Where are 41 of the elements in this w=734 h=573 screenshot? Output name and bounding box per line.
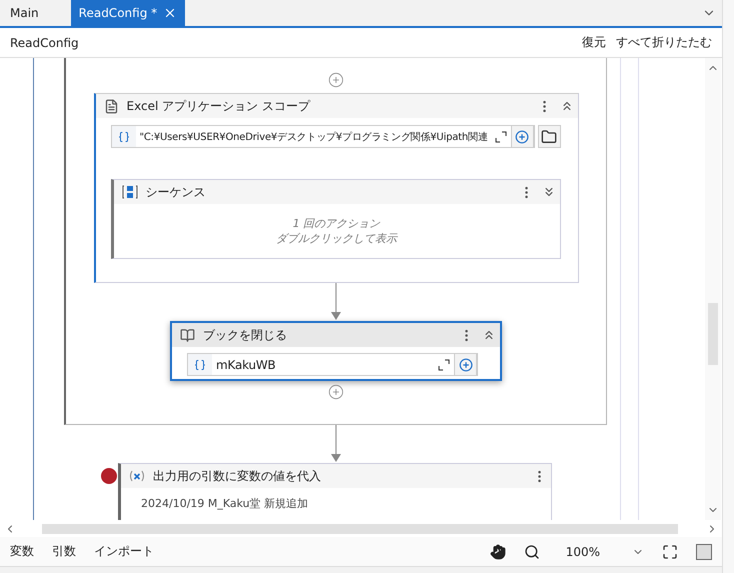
activity-card[interactable]: ブックを閉じる mKakuWB: [170, 321, 502, 381]
add-icon[interactable]: [458, 358, 472, 372]
variable-icon: [129, 470, 145, 482]
header-link[interactable]: 復元: [582, 34, 606, 51]
activity-title: Excel アプリケーション スコープ: [126, 98, 312, 114]
breadcrumb: ReadConfig: [10, 36, 79, 50]
browse-button[interactable]: [538, 125, 560, 148]
activity-title: 出力用の引数に変数の値を代入: [153, 468, 322, 484]
path-field[interactable]: "C:¥Users¥USER¥OneDrive¥デスクトップ¥プログラミング関係¥Uipath関連: [110, 125, 534, 148]
scroll-thumb[interactable]: [708, 303, 718, 365]
overview-icon[interactable]: [696, 544, 712, 560]
book-icon: [180, 328, 195, 342]
search-icon[interactable]: [524, 544, 540, 560]
add-icon[interactable]: [328, 384, 344, 400]
expand-field-icon[interactable]: [494, 130, 506, 142]
hand-icon[interactable]: [490, 544, 506, 560]
annotation-text: 2024/10/19 M_Kaku堂 新規追加: [140, 496, 310, 511]
activity-title: ブックを閉じる: [203, 326, 288, 344]
sequence-icon: [122, 184, 138, 200]
expand-field-icon[interactable]: [438, 358, 450, 370]
tab[interactable]: Main: [2, 0, 47, 26]
add-icon[interactable]: [328, 72, 344, 88]
panel-tab[interactable]: 変数: [10, 543, 34, 560]
header-link[interactable]: すべて折りたたむ: [616, 34, 712, 51]
connector-arrow: [331, 283, 341, 321]
add-icon[interactable]: [515, 130, 529, 144]
workbook-field[interactable]: mKakuWB: [187, 353, 478, 376]
fit-screen-icon[interactable]: [662, 544, 678, 560]
folder-icon[interactable]: [541, 128, 557, 144]
expression-icon: [194, 358, 206, 370]
activity-title: シーケンス: [146, 184, 206, 200]
panel-tab[interactable]: 引数: [52, 543, 76, 560]
connector-arrow: [330, 425, 340, 463]
tab[interactable]: ReadConfig *: [70, 0, 186, 26]
breakpoint-dot[interactable]: [101, 468, 117, 484]
panel-tab[interactable]: インポート: [94, 543, 154, 560]
document-icon: [104, 98, 118, 114]
zoom-dropdown[interactable]: 100%: [566, 544, 644, 558]
summary-text: 1 回のアクション: [292, 216, 380, 231]
expression-icon: [118, 130, 130, 142]
summary-text: ダブルクリックして表示: [276, 231, 397, 246]
